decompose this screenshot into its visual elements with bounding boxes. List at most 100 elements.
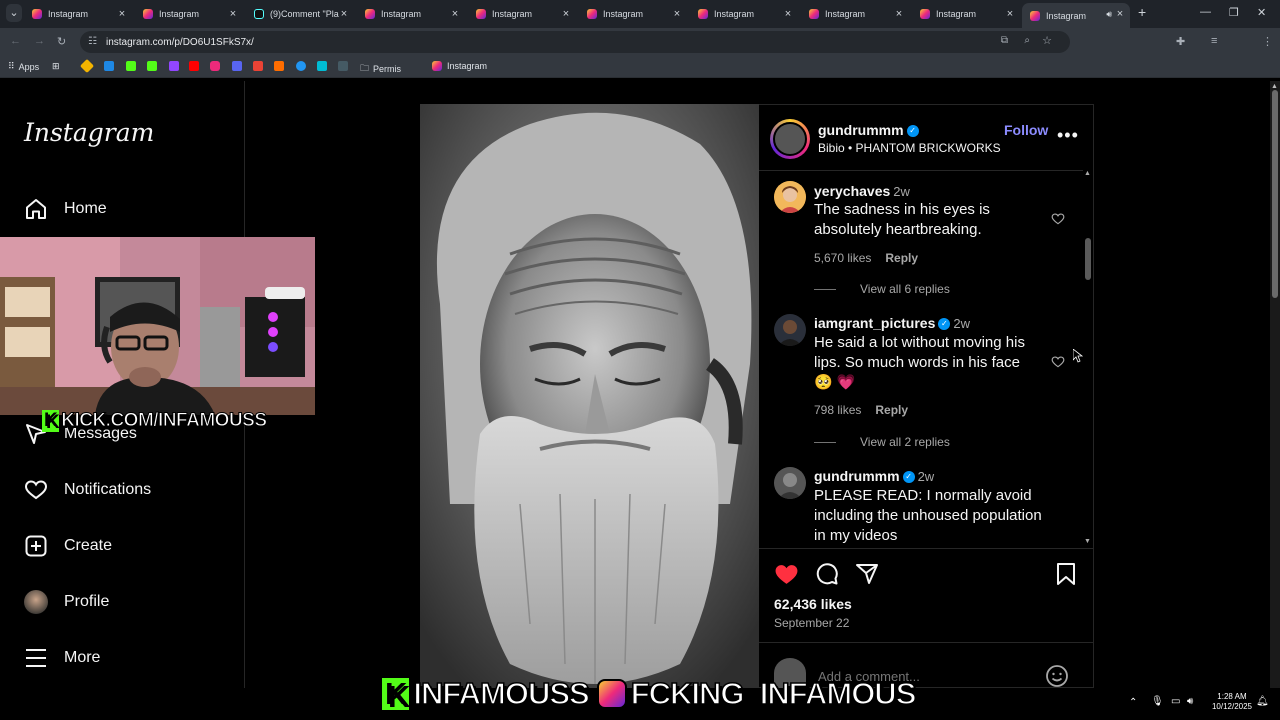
comment-likes[interactable]: 5,670 likes <box>814 251 871 265</box>
comment-username[interactable]: iamgrant_pictures <box>814 315 935 331</box>
minimize-icon[interactable]: — <box>1200 6 1211 18</box>
bookmark-gmail-icon[interactable] <box>253 61 263 71</box>
instagram-logo[interactable]: Instagram <box>24 118 154 147</box>
comment-username[interactable]: gundrummm <box>814 468 900 484</box>
comment-avatar[interactable] <box>774 181 806 213</box>
comment-time: 2w <box>893 184 910 199</box>
reading-list-icon[interactable]: ≡ <box>1211 35 1217 47</box>
scroll-down-arrow-icon[interactable]: ▼ <box>1084 538 1091 545</box>
extensions-puzzle-icon[interactable]: ✚ <box>1176 35 1185 48</box>
tab-1[interactable]: Instagram × <box>143 4 239 24</box>
tab-0[interactable]: Instagram × <box>32 4 128 24</box>
bookmark-discord-icon[interactable] <box>232 61 242 71</box>
comment-likes[interactable]: 798 likes <box>814 403 861 417</box>
tab-8[interactable]: Instagram × <box>920 4 1016 24</box>
forward-icon[interactable]: → <box>34 35 45 47</box>
bookmark-apps[interactable]: ⠿ Apps <box>8 61 39 72</box>
follow-button[interactable]: Follow <box>1004 122 1048 138</box>
bookmark-kick-2-icon[interactable] <box>147 61 157 71</box>
close-tab-icon[interactable]: × <box>560 8 572 20</box>
more-options-icon[interactable]: ••• <box>1057 125 1079 146</box>
tab-4[interactable]: Instagram × <box>476 4 572 24</box>
tab-9-active[interactable]: Instagram 🔊︎ × <box>1022 3 1130 28</box>
nav-more[interactable]: More <box>24 646 100 670</box>
post-image[interactable] <box>420 104 759 688</box>
nav-notifications[interactable]: Notifications <box>24 478 151 502</box>
bookmark-twitch-icon[interactable] <box>169 61 179 71</box>
author-username[interactable]: gundrummm <box>818 122 904 138</box>
nav-home[interactable]: Home <box>24 197 107 221</box>
comment-avatar[interactable] <box>774 314 806 346</box>
microphone-icon[interactable]: 🎙︎ <box>1151 696 1164 707</box>
taskbar-clock[interactable]: 1:28 AM 10/12/2025 <box>1212 692 1252 712</box>
back-icon[interactable]: ← <box>10 35 21 47</box>
bookmark-kick-icon[interactable] <box>126 61 136 71</box>
bookmark-folder-permis[interactable]: 🗀 Permis <box>360 61 401 77</box>
tab-2[interactable]: (9)Comment "Pla × <box>254 4 350 24</box>
browser-menu-icon[interactable]: ⋮ <box>1262 35 1273 48</box>
comments-scrollbar-thumb[interactable] <box>1085 238 1091 280</box>
tab-7[interactable]: Instagram × <box>809 4 905 24</box>
tab-3[interactable]: Instagram × <box>365 4 461 24</box>
scroll-up-arrow-icon[interactable]: ▲ <box>1271 83 1278 90</box>
comment-username[interactable]: yerychaves <box>814 183 890 199</box>
author-avatar[interactable] <box>770 119 810 159</box>
share-send-icon[interactable] <box>855 562 879 586</box>
comments-scrollbar[interactable] <box>1083 170 1093 548</box>
emoji-picker-icon[interactable] <box>1045 664 1069 688</box>
like-heart-filled-icon[interactable] <box>774 562 799 587</box>
close-tab-icon[interactable]: × <box>893 8 905 20</box>
close-tab-icon[interactable]: × <box>449 8 461 20</box>
tab-groups-icon[interactable]: ⊞ <box>52 61 60 72</box>
close-tab-icon[interactable]: × <box>116 8 128 20</box>
zoom-icon[interactable]: ⌕ <box>1024 35 1030 46</box>
bookmark-8-icon[interactable] <box>317 61 327 71</box>
comment-like-heart-icon[interactable] <box>1051 355 1065 369</box>
view-replies-button[interactable]: View all 6 replies <box>814 282 950 296</box>
nav-profile[interactable]: Profile <box>24 590 109 614</box>
reload-icon[interactable]: ↻ <box>57 35 66 48</box>
bookmark-6-icon[interactable] <box>274 61 284 71</box>
close-tab-icon[interactable]: × <box>671 8 683 20</box>
nav-create[interactable]: Create <box>24 534 112 558</box>
bookmark-2-icon[interactable] <box>104 61 114 71</box>
close-tab-icon[interactable]: × <box>227 8 239 20</box>
comment-avatar[interactable] <box>774 467 806 499</box>
tab-5[interactable]: Instagram × <box>587 4 683 24</box>
tab-search-icon[interactable]: ⌄ <box>6 4 22 22</box>
speaker-icon[interactable]: 🔊︎ <box>1106 9 1112 20</box>
author-avatar-image <box>773 122 807 156</box>
new-tab-icon[interactable]: + <box>1138 4 1146 20</box>
bookmark-7-icon[interactable] <box>296 61 306 71</box>
save-bookmark-icon[interactable] <box>1054 562 1078 586</box>
tray-chevron-icon[interactable]: ⌃ <box>1129 697 1137 708</box>
bookmark-youtube-icon[interactable] <box>189 61 199 71</box>
view-replies-button[interactable]: View all 2 replies <box>814 435 950 449</box>
post-likes-count[interactable]: 62,436 likes <box>774 596 852 612</box>
address-bar[interactable]: ☷ instagram.com/p/DO6U1SFkS7x/ ⧉ ⌕ ☆ <box>80 31 1070 53</box>
network-icon[interactable]: ▭ <box>1171 696 1180 707</box>
page-scrollbar-thumb[interactable] <box>1272 90 1278 298</box>
post-audio-subtitle[interactable]: Bibio • PHANTOM BRICKWORKS <box>818 141 1001 155</box>
comment-bubble-icon[interactable] <box>815 562 839 586</box>
bookmark-9-icon[interactable] <box>338 61 348 71</box>
site-info-icon[interactable]: ☷ <box>88 36 97 47</box>
tab-6[interactable]: Instagram × <box>698 4 794 24</box>
comment-reply-button[interactable]: Reply <box>885 251 918 265</box>
notification-bell-icon[interactable]: 🔔︎ <box>1256 696 1269 707</box>
bookmark-instagram[interactable]: Instagram <box>432 61 487 71</box>
volume-icon[interactable]: 🔊︎ <box>1187 696 1193 707</box>
close-tab-icon[interactable]: × <box>1004 8 1016 20</box>
scroll-up-arrow-icon[interactable]: ▲ <box>1084 170 1091 177</box>
bookmark-star-icon[interactable]: ☆ <box>1042 34 1052 47</box>
verified-badge-icon: ✓ <box>902 470 915 483</box>
install-app-icon[interactable]: ⧉ <box>1001 35 1008 46</box>
close-window-icon[interactable]: ✕ <box>1257 6 1266 19</box>
bookmark-instagram-icon[interactable] <box>210 61 220 71</box>
close-tab-icon[interactable]: × <box>1114 8 1126 20</box>
comment-like-heart-icon[interactable] <box>1051 212 1065 226</box>
restore-icon[interactable]: ❐ <box>1229 6 1239 19</box>
comment-reply-button[interactable]: Reply <box>875 403 908 417</box>
close-tab-icon[interactable]: × <box>338 8 350 20</box>
close-tab-icon[interactable]: × <box>782 8 794 20</box>
